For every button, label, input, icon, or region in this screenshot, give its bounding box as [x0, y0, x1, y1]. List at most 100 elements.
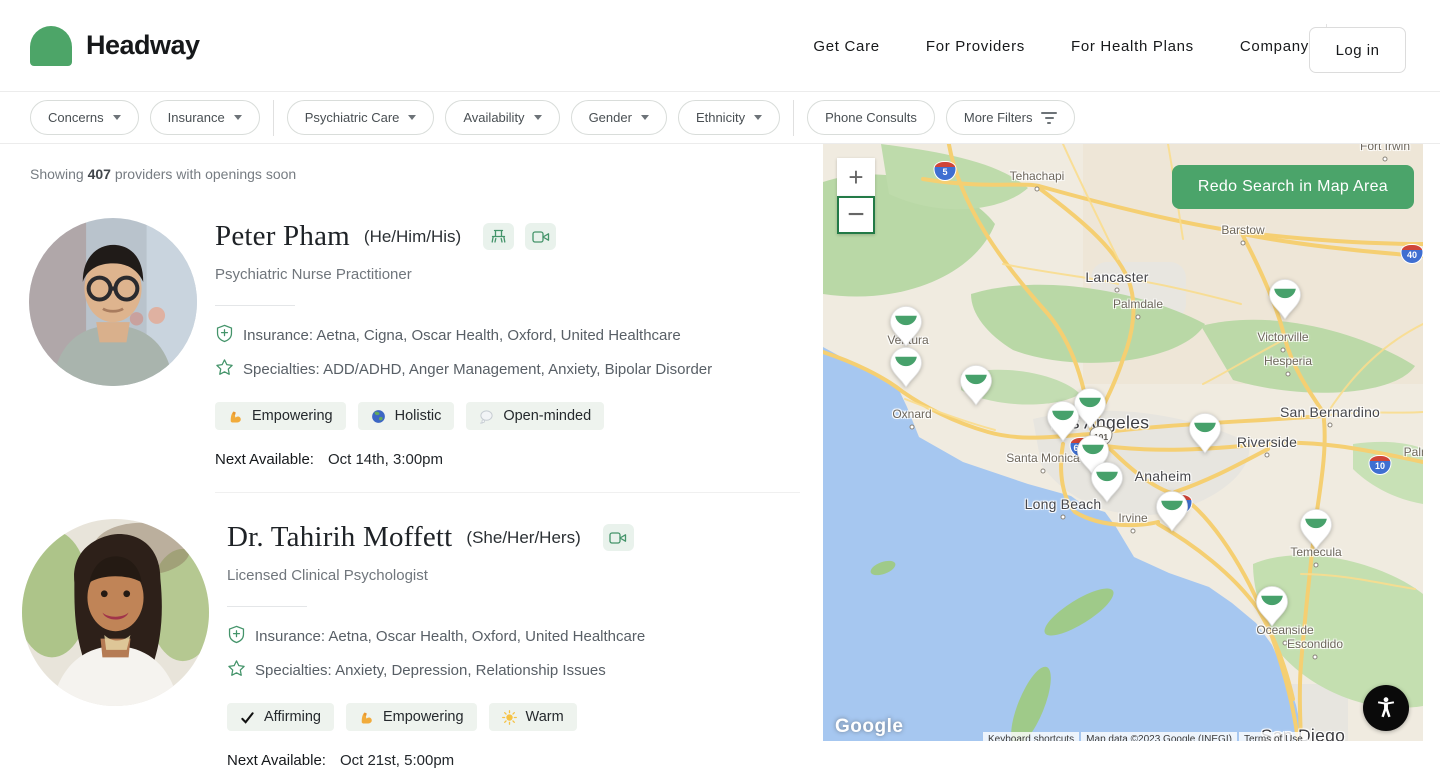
map-place-dot [1280, 347, 1286, 353]
highway-shield-40: 40 [1400, 244, 1423, 264]
nav-item-get-care[interactable]: Get Care [813, 38, 879, 55]
sun-icon [501, 709, 517, 725]
map-place-dot [1034, 186, 1040, 192]
accessibility-button[interactable] [1363, 685, 1409, 731]
map-place-dot [1114, 287, 1120, 293]
filter-availability[interactable]: Availability [445, 100, 560, 135]
trait-badges: Empowering Holistic Open-minded [215, 402, 712, 430]
map-place-dot [1240, 240, 1246, 246]
provider-map-pin[interactable] [959, 364, 993, 407]
provider-map-pin[interactable] [1155, 490, 1189, 533]
provider-name[interactable]: Dr. Tahirih Moffett [227, 521, 452, 554]
filter-bar: Concerns Insurance Psychiatric Care Availab… [0, 92, 1440, 144]
login-button[interactable]: Log in [1309, 27, 1406, 73]
badge-empowering: Empowering [345, 703, 477, 731]
map-place-dot [1040, 468, 1046, 474]
nav-item-company[interactable]: Company [1240, 38, 1309, 55]
filter-lines-icon [1041, 111, 1058, 124]
filter-concerns[interactable]: Concerns [30, 100, 139, 135]
insurance-shield-icon [215, 324, 234, 347]
filter-psychiatric-care[interactable]: Psychiatric Care [286, 100, 435, 135]
map-label-tehachapi: Tehachapi [1009, 169, 1065, 183]
zoom-in-button[interactable]: + [837, 158, 875, 196]
map-attribution-item[interactable]: Terms of Use [1238, 732, 1308, 741]
nav-item-for-health-plans[interactable]: For Health Plans [1071, 38, 1194, 55]
filter-group: Psychiatric Care Availability Gender Ethnic… [286, 100, 781, 135]
provider-card[interactable]: Peter Pham (He/Him/His) Psychiatric Nurs… [29, 218, 823, 468]
map-label-irvine: Irvine [1118, 511, 1148, 525]
provider-map-pin[interactable] [1255, 585, 1289, 628]
map-place-dot [1327, 422, 1333, 428]
zoom-out-button[interactable]: − [837, 196, 875, 234]
map-label-palmdale: Palmdale [1112, 297, 1164, 311]
provider-pronouns: (He/Him/His) [363, 226, 462, 246]
badge-label: Empowering [252, 408, 333, 424]
map-place-dot [1264, 452, 1270, 458]
chevron-down-icon [754, 115, 763, 120]
check-icon [240, 710, 255, 725]
flex-arm-icon [359, 710, 374, 725]
provider-map-pin[interactable] [889, 346, 923, 389]
map-label-san-bernardino: San Bernardino [1279, 404, 1381, 420]
provider-avatar [22, 519, 209, 706]
map-label-oxnard: Oxnard [892, 407, 932, 421]
map-label-lancaster: Lancaster [1085, 269, 1149, 285]
card-divider [215, 492, 800, 493]
filter-label: Insurance [167, 110, 225, 125]
filter-phone-consults[interactable]: Phone Consults [807, 100, 935, 135]
provider-name[interactable]: Peter Pham [215, 220, 350, 253]
provider-title: Psychiatric Nurse Practitioner [215, 266, 412, 283]
nav-item-for-providers[interactable]: For Providers [926, 38, 1025, 55]
provider-map-pin[interactable] [1046, 400, 1080, 443]
badge-label: Warm [525, 709, 564, 725]
provider-map-pin[interactable] [1090, 461, 1124, 504]
next-available-row: Next Available: Oct 21st, 5:00pm [227, 752, 455, 769]
specialties-row: Specialties: Anxiety, Depression, Relati… [227, 659, 645, 682]
provider-map-pin[interactable] [889, 305, 923, 348]
filter-label: Phone Consults [825, 110, 917, 125]
map-place-dot [909, 424, 915, 430]
map-terrain [823, 144, 1423, 741]
provider-map-pin[interactable] [1268, 278, 1302, 321]
provider-map-pin[interactable] [1188, 412, 1222, 455]
filter-label: Concerns [48, 110, 104, 125]
session-type-chips [483, 223, 557, 250]
specialties-row: Specialties: ADD/ADHD, Anger Management,… [215, 358, 712, 381]
filter-label: Availability [463, 110, 525, 125]
filter-group-divider [272, 99, 274, 136]
map-place-dot [1382, 156, 1388, 162]
provider-results-panel[interactable]: Showing 407 providers with openings soon… [0, 144, 823, 777]
filter-label: More Filters [963, 110, 1033, 125]
map[interactable]: Fort Irwin Tehachapi Barstow Lancaster Palmd… [823, 144, 1423, 741]
provider-card[interactable]: Dr. Tahirih Moffett (She/Her/Hers) Licen… [22, 519, 823, 769]
map-attribution-item[interactable]: Keyboard shortcuts [983, 732, 1080, 741]
map-label-santa-monica: Santa Monica [1006, 451, 1080, 465]
chevron-down-icon [640, 115, 649, 120]
filter-insurance[interactable]: Insurance [149, 100, 260, 135]
filter-ethnicity[interactable]: Ethnicity [677, 100, 781, 135]
filter-label: Gender [588, 110, 632, 125]
in-person-chair-icon [483, 223, 515, 250]
provider-title: Licensed Clinical Psychologist [227, 567, 428, 584]
map-attribution: Keyboard shortcuts Map data ©2023 Google … [983, 732, 1308, 741]
chevron-down-icon [233, 115, 242, 120]
map-label-victorville: Victorville [1257, 330, 1309, 344]
map-attribution-item[interactable]: Map data ©2023 Google (INEGI) [1081, 732, 1237, 741]
google-logo: Google [835, 716, 904, 737]
headway-dome-icon [30, 25, 72, 66]
filter-gender[interactable]: Gender [570, 100, 667, 135]
map-label-anaheim: Anaheim [1134, 468, 1192, 484]
badge-affirming: Affirming [227, 703, 334, 731]
map-label-riverside: Riverside [1236, 434, 1298, 450]
filter-more-filters[interactable]: More Filters [945, 100, 1076, 135]
map-label-escondido: Escondido [1286, 637, 1344, 651]
filter-label: Ethnicity [695, 110, 746, 125]
provider-map-pin[interactable] [1299, 508, 1333, 551]
badge-warm: Warm [488, 703, 577, 731]
session-type-chips [602, 524, 634, 551]
insurance-shield-icon [227, 625, 246, 648]
redo-search-button[interactable]: Redo Search in Map Area [1171, 165, 1414, 209]
headway-logo[interactable]: Headway [30, 25, 200, 66]
divider [215, 305, 295, 306]
divider [227, 606, 307, 607]
